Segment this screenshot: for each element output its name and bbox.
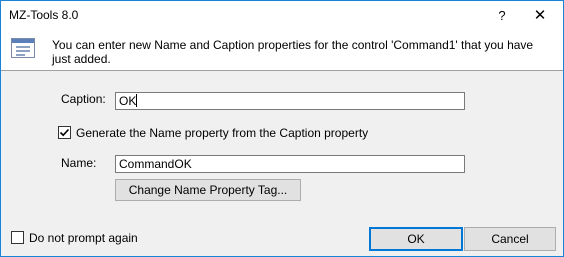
change-name-property-tag-button[interactable]: Change Name Property Tag... [115,179,301,201]
do-not-prompt-label[interactable]: Do not prompt again [29,231,138,245]
name-label: Name: [61,156,97,170]
window-title: MZ-Tools 8.0 [9,8,79,22]
name-value: CommandOK [119,157,192,171]
caption-value: OK [119,94,137,108]
caption-input[interactable]: OK [115,92,465,110]
do-not-prompt-checkbox[interactable] [11,231,24,244]
caption-label: Caption: [61,92,106,106]
generate-name-label[interactable]: Generate the Name property from the Capt… [76,126,368,140]
cancel-button[interactable]: Cancel [464,227,556,251]
mz-tools-dialog: MZ-Tools 8.0 ? ✕ You can enter new Name … [0,0,564,257]
form-icon [11,38,35,58]
header-message: You can enter new Name and Caption prope… [52,38,534,66]
title-bar[interactable]: MZ-Tools 8.0 ? ✕ [1,1,563,30]
name-input[interactable]: CommandOK [115,155,465,173]
ok-button[interactable]: OK [369,227,463,251]
header-panel: You can enter new Name and Caption prope… [1,30,563,71]
generate-name-checkbox[interactable] [58,126,71,139]
text-caret [136,94,138,107]
checkmark-icon [59,128,70,137]
close-icon[interactable]: ✕ [517,1,563,30]
